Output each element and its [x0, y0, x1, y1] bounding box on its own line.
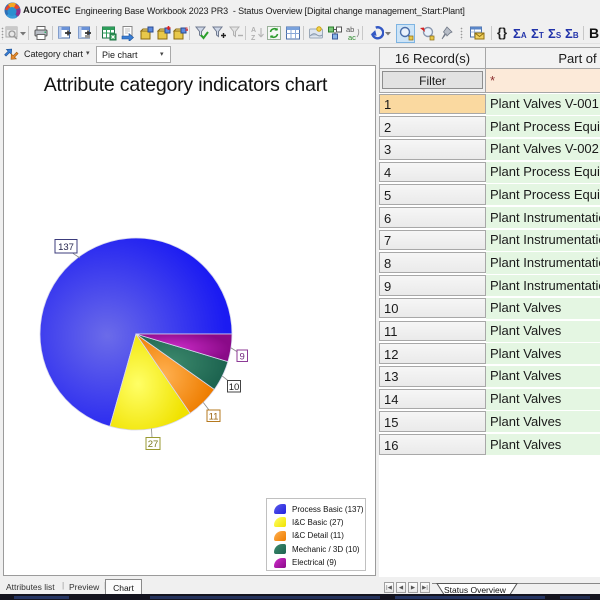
svg-text:9: 9: [240, 351, 245, 362]
svg-text:11: 11: [209, 411, 219, 422]
svg-text:27: 27: [148, 439, 159, 450]
svg-text:ac: ac: [348, 33, 356, 41]
svg-text:s: s: [185, 27, 188, 33]
svg-text:10: 10: [229, 382, 240, 393]
svg-text:Z: Z: [251, 35, 256, 41]
svg-text:A: A: [251, 27, 256, 34]
svg-text:137: 137: [58, 242, 74, 253]
